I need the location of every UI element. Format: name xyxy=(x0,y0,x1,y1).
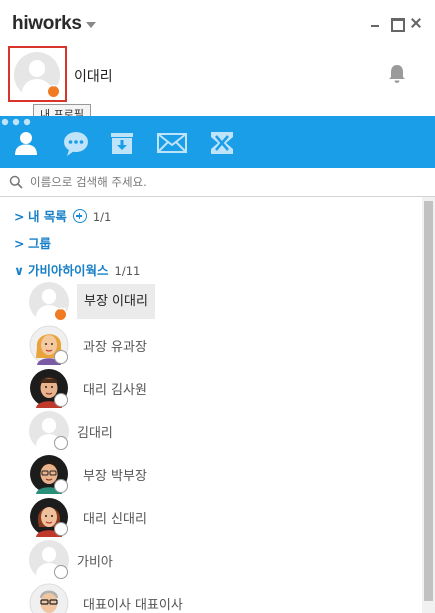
member-name: 대리 신대리 xyxy=(83,512,147,527)
member-name: 가비아 xyxy=(77,555,113,570)
scrollbar[interactable] xyxy=(422,197,435,613)
profile-name: 이대리 xyxy=(74,69,113,85)
title-bar: hiworks xyxy=(0,0,435,40)
list-item[interactable]: 대리 김사원 xyxy=(29,368,419,410)
offline-status-icon xyxy=(54,522,68,536)
chat-icon[interactable] xyxy=(62,129,90,157)
approval-icon[interactable] xyxy=(208,129,236,157)
member-name: 부장 박부장 xyxy=(83,469,147,484)
offline-status-icon xyxy=(54,393,68,407)
group-label: 그룹 xyxy=(28,236,52,251)
main-toolbar xyxy=(0,116,435,168)
more-icon[interactable] xyxy=(0,117,32,127)
maximize-icon[interactable] xyxy=(389,16,405,32)
list-item[interactable]: 김대리 xyxy=(29,411,419,453)
list-item[interactable]: 가비아 xyxy=(29,540,419,582)
offline-status-icon xyxy=(54,350,68,364)
chevron-down-icon: ∨ xyxy=(14,263,25,278)
close-icon[interactable] xyxy=(409,16,423,30)
list-item[interactable]: 과장 유과장 xyxy=(29,325,419,367)
group-label: 내 목록 xyxy=(28,209,67,224)
people-icon[interactable] xyxy=(12,129,40,157)
list-item[interactable]: 대리 신대리 xyxy=(29,497,419,539)
add-circle-icon[interactable] xyxy=(72,209,87,223)
offline-status-icon xyxy=(54,436,68,450)
list-item[interactable]: 부장 박부장 xyxy=(29,454,419,496)
search-bar xyxy=(0,168,435,197)
minimize-icon[interactable] xyxy=(368,16,382,30)
app-menu-caret-icon[interactable] xyxy=(86,22,96,28)
group-count: 1/11 xyxy=(114,264,141,278)
app-logo: hiworks xyxy=(12,13,82,35)
group-count: 1/1 xyxy=(92,210,112,224)
busy-status-icon xyxy=(54,304,67,321)
my-profile-avatar-button[interactable] xyxy=(8,46,67,102)
group-groups[interactable]: > 그룹 xyxy=(14,233,51,251)
group-my-list[interactable]: > 내 목록 1/1 xyxy=(14,206,111,224)
scroll-thumb[interactable] xyxy=(424,201,433,601)
list-item[interactable]: 부장 이대리 xyxy=(29,282,419,324)
group-company[interactable]: ∨ 가비아하이웍스 1/11 xyxy=(14,260,140,278)
member-name: 대리 김사원 xyxy=(83,383,147,398)
inbox-icon[interactable] xyxy=(108,129,136,157)
bell-icon[interactable] xyxy=(388,64,406,84)
member-name: 김대리 xyxy=(77,426,113,441)
member-name: 대표이사 대표이사 xyxy=(83,598,183,613)
group-label: 가비아하이웍스 xyxy=(28,263,109,278)
search-input[interactable] xyxy=(30,171,410,193)
offline-status-icon xyxy=(54,479,68,493)
search-icon xyxy=(9,175,23,189)
chevron-right-icon: > xyxy=(14,209,25,224)
member-name: 과장 유과장 xyxy=(83,340,147,355)
busy-status-icon xyxy=(47,81,60,98)
brand-prefix: h xyxy=(12,13,24,34)
chevron-right-icon: > xyxy=(14,236,25,251)
avatar xyxy=(29,583,69,613)
mail-icon[interactable] xyxy=(157,129,187,157)
list-item[interactable]: 대표이사 대표이사 xyxy=(29,583,419,613)
brand-rest: iworks xyxy=(23,13,82,34)
offline-status-icon xyxy=(54,565,68,579)
member-name: 부장 이대리 xyxy=(77,284,155,319)
